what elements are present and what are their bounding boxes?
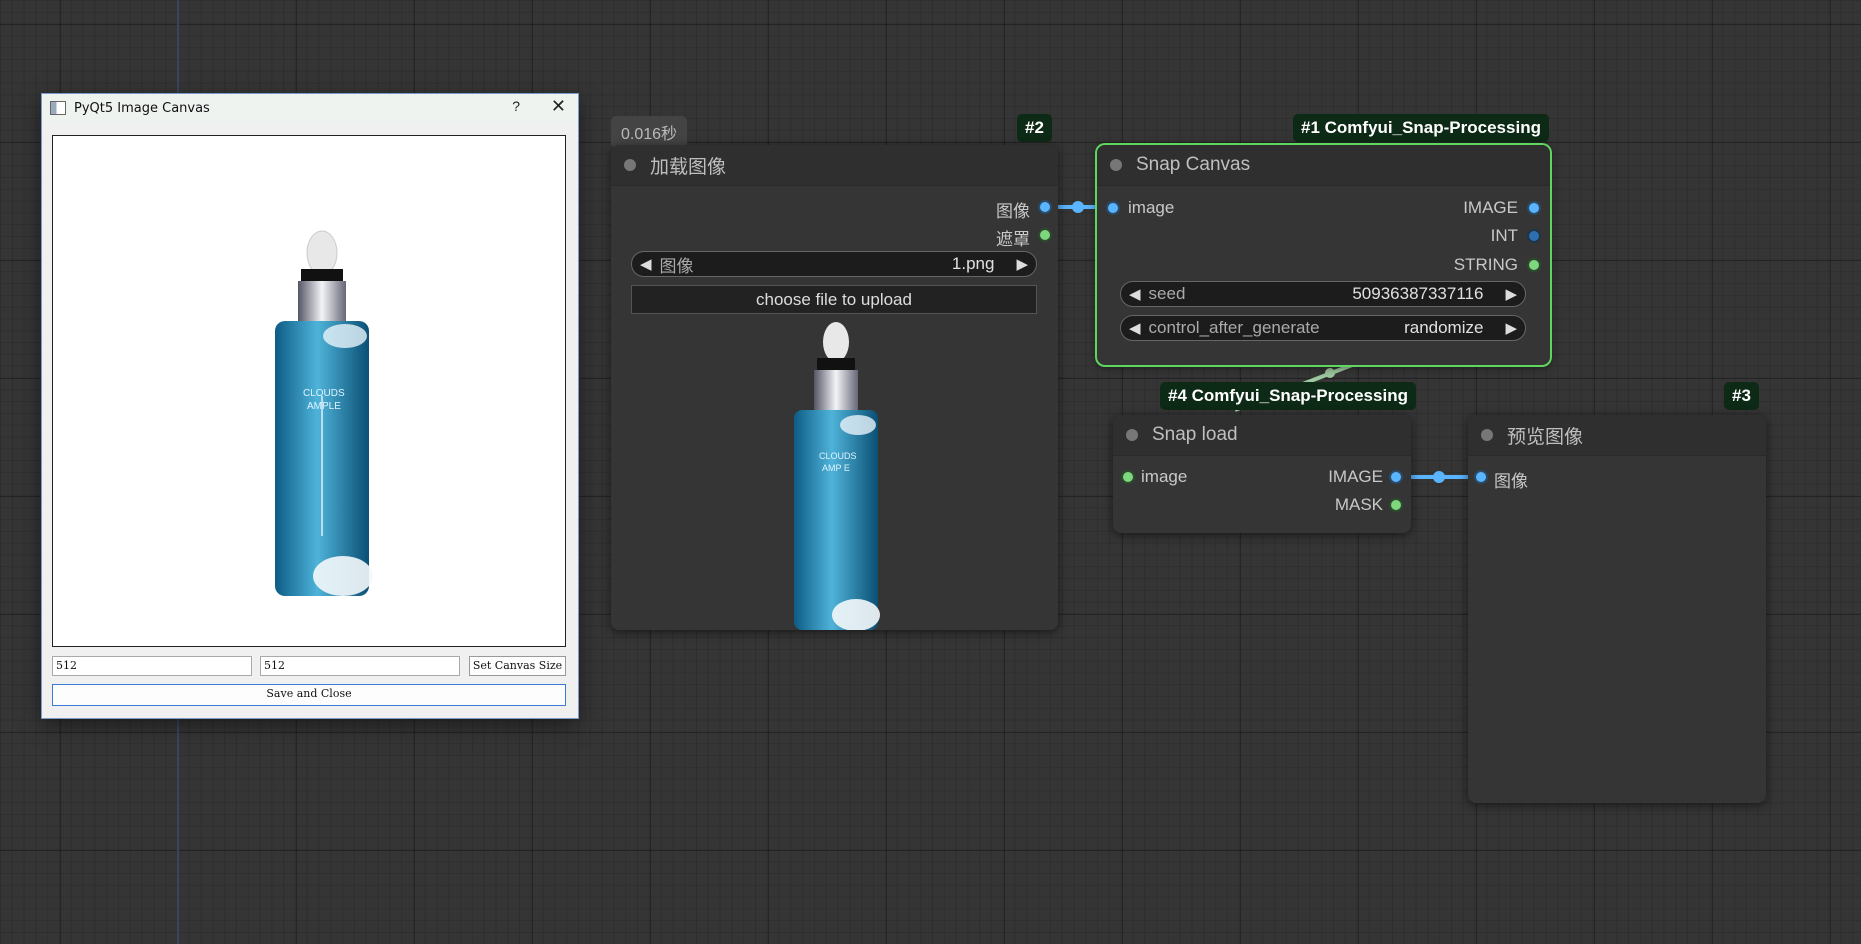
output-int-label: INT xyxy=(1490,226,1518,245)
load-image-node[interactable]: 加载图像 图像 遮罩 ◀ 图像 1.png ▶ choose file to u… xyxy=(611,145,1058,630)
thumbnail-label-text: CLOUDS xyxy=(819,451,857,461)
arrow-right-icon[interactable]: ▶ xyxy=(1497,285,1525,303)
output-image-port[interactable] xyxy=(1040,202,1050,212)
thumbnail-label-text: AMP E xyxy=(822,463,850,473)
widget-label: 图像 xyxy=(659,256,694,276)
widget-label: control_after_generate xyxy=(1148,318,1320,337)
bottle-label-text: AMPLE xyxy=(307,401,341,412)
input-image-label: 图像 xyxy=(1494,472,1528,491)
snap-canvas-node[interactable]: Snap Canvas image IMAGE INT STRING ◀ see… xyxy=(1097,145,1550,365)
output-mask-label: MASK xyxy=(1334,495,1383,514)
control-after-generate-widget[interactable]: ◀ control_after_generate randomize ▶ xyxy=(1120,315,1526,341)
output-image-port[interactable] xyxy=(1391,472,1401,482)
output-mask-port[interactable] xyxy=(1040,230,1050,240)
node-header[interactable]: Snap load xyxy=(1113,415,1411,456)
input-image-port[interactable] xyxy=(1476,472,1486,482)
node-header[interactable]: Snap Canvas xyxy=(1097,145,1550,186)
output-mask-port[interactable] xyxy=(1391,500,1401,510)
input-image-port[interactable] xyxy=(1108,203,1118,213)
drawing-canvas[interactable]: CLOUDS AMPLE xyxy=(52,135,566,647)
image-preview-thumbnail xyxy=(794,322,880,630)
output-string-port[interactable] xyxy=(1529,260,1539,270)
arrow-left-icon[interactable]: ◀ xyxy=(1121,319,1149,337)
input-image-label: image xyxy=(1141,467,1188,486)
node-id-badge: #1 Comfyui_Snap-Processing xyxy=(1293,114,1549,142)
image-canvas-dialog: PyQt5 Image Canvas ? ✕ CLOUDS AMPLE 512 xyxy=(42,94,578,718)
node-id-badge: #3 xyxy=(1724,382,1759,410)
collapse-dot-icon[interactable] xyxy=(1481,429,1493,441)
snap-load-node[interactable]: Snap load image IMAGE MASK xyxy=(1113,415,1411,533)
widget-value: 50936387337116 xyxy=(1352,284,1484,303)
execution-time-badge: 0.016秒 xyxy=(611,116,688,148)
seed-widget[interactable]: ◀ seed 50936387337116 ▶ xyxy=(1120,281,1526,307)
node-title: 预览图像 xyxy=(1507,426,1584,448)
node-title: 加载图像 xyxy=(650,156,727,178)
arrow-right-icon[interactable]: ▶ xyxy=(1008,255,1036,273)
node-title: Snap Canvas xyxy=(1136,154,1251,175)
output-int-port[interactable] xyxy=(1529,231,1539,241)
output-image-label: 图像 xyxy=(996,202,1030,221)
close-icon[interactable]: ✕ xyxy=(551,96,566,117)
link-midpoint xyxy=(1325,368,1335,378)
output-image-label: IMAGE xyxy=(1463,198,1518,217)
collapse-dot-icon[interactable] xyxy=(1110,159,1122,171)
output-string-label: STRING xyxy=(1453,255,1518,274)
canvas-width-input[interactable]: 512 xyxy=(52,656,252,676)
input-image-label: image xyxy=(1128,198,1175,217)
arrow-left-icon[interactable]: ◀ xyxy=(632,255,660,273)
node-id-badge: #4 Comfyui_Snap-Processing xyxy=(1160,382,1416,410)
arrow-right-icon[interactable]: ▶ xyxy=(1497,319,1525,337)
link-midpoint xyxy=(1072,201,1084,213)
dialog-title: PyQt5 Image Canvas xyxy=(74,100,210,116)
widget-value: 1.png xyxy=(951,254,995,273)
node-id-badge: #2 xyxy=(1017,114,1052,142)
widget-value: randomize xyxy=(1404,318,1484,337)
preview-image-node[interactable]: 预览图像 图像 xyxy=(1468,415,1766,803)
dialog-titlebar[interactable]: PyQt5 Image Canvas ? ✕ xyxy=(42,94,578,122)
arrow-left-icon[interactable]: ◀ xyxy=(1121,285,1149,303)
widget-label: seed xyxy=(1148,284,1186,303)
output-mask-label: 遮罩 xyxy=(996,230,1030,249)
collapse-dot-icon[interactable] xyxy=(1126,429,1138,441)
canvas-height-input[interactable]: 512 xyxy=(260,656,460,676)
choose-file-button[interactable]: choose file to upload xyxy=(631,285,1037,314)
output-image-label: IMAGE xyxy=(1328,467,1383,486)
image-select-widget[interactable]: ◀ 图像 1.png ▶ xyxy=(631,251,1037,277)
help-button[interactable]: ? xyxy=(512,98,520,114)
node-header[interactable]: 加载图像 xyxy=(611,145,1058,186)
output-image-port[interactable] xyxy=(1529,203,1539,213)
set-canvas-size-button[interactable]: Set Canvas Size xyxy=(469,656,566,676)
link-midpoint xyxy=(1433,471,1445,483)
collapse-dot-icon[interactable] xyxy=(624,159,636,171)
node-title: Snap load xyxy=(1152,424,1238,445)
app-window-icon xyxy=(50,101,66,115)
save-and-close-button[interactable]: Save and Close xyxy=(52,684,566,706)
node-header[interactable]: 预览图像 xyxy=(1468,415,1766,456)
input-image-port[interactable] xyxy=(1123,472,1133,482)
bottle-label-text: CLOUDS xyxy=(303,388,345,399)
